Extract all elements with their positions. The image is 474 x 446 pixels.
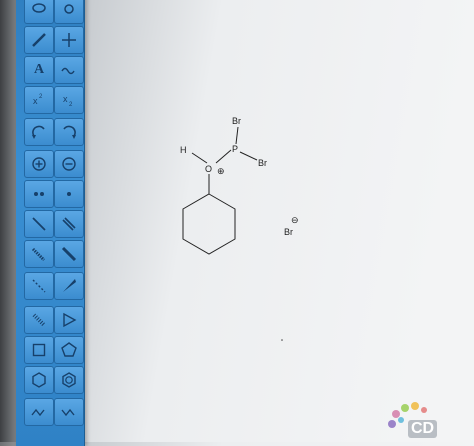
minus-charge-button[interactable] [54, 150, 84, 178]
pentagon-tool-button[interactable] [54, 336, 84, 364]
bond-p-o [215, 149, 232, 164]
single-bond-button[interactable] [24, 210, 54, 238]
superscript-button[interactable]: x2 [24, 86, 54, 114]
eraser-icon [64, 4, 74, 14]
arrow-cw-button[interactable] [54, 118, 84, 146]
wavy-bond-button[interactable] [54, 56, 84, 84]
bond-p-br-top [235, 126, 239, 145]
hashed-wedge-icon [32, 313, 46, 327]
square-tool-button[interactable] [24, 336, 54, 364]
text-icon: A [33, 62, 45, 77]
double-bond-button[interactable] [54, 210, 84, 238]
double-bond-icon [62, 217, 76, 231]
atom-o: O [205, 164, 212, 174]
dashed-bond-icon [32, 279, 46, 293]
br-negative-charge: ⊖ [291, 215, 299, 225]
chain-alt-tool-button[interactable] [54, 398, 84, 426]
hexagon-icon [32, 372, 46, 388]
plus-charge-button[interactable] [24, 150, 54, 178]
drawing-canvas[interactable]: Br H P Br O ⊕ Br ⊖ [86, 0, 474, 442]
atom-p: P [232, 144, 238, 154]
svg-text:x: x [33, 96, 38, 106]
text-tool-button[interactable]: A [24, 56, 54, 84]
superscript-icon: x2 [33, 94, 43, 106]
radical-button[interactable] [54, 180, 84, 208]
svg-text:2: 2 [39, 94, 43, 100]
cyclohexane-ring [182, 193, 236, 255]
move-icon [62, 33, 76, 47]
svg-text:x: x [63, 94, 68, 104]
wedge-bond-button[interactable] [54, 272, 84, 300]
pencil-icon [32, 33, 46, 47]
bond-h-o [191, 152, 208, 164]
square-icon [32, 343, 46, 357]
benzene-icon [62, 372, 76, 388]
arrow-ccw-button[interactable] [24, 118, 54, 146]
move-tool-button[interactable] [54, 26, 84, 54]
triangle-tool-button[interactable] [54, 306, 84, 334]
radical-icon [67, 192, 71, 196]
stray-dot [281, 339, 283, 341]
benzene-tool-button[interactable] [54, 366, 84, 394]
lone-pair-button[interactable] [24, 180, 54, 208]
chain-tool-button[interactable] [24, 398, 54, 426]
drawing-toolbar: A x2 x2 [16, 0, 85, 446]
pentagon-icon [61, 342, 77, 357]
triangle-icon [63, 312, 77, 328]
window-edge [0, 0, 16, 442]
hash-bond-icon [31, 247, 46, 262]
hexagon-tool-button[interactable] [24, 366, 54, 394]
pencil-tool-button[interactable] [24, 26, 54, 54]
bold-bond-button[interactable] [54, 240, 84, 268]
hash-bond-button[interactable] [24, 240, 54, 268]
logo-text: CD [408, 420, 438, 438]
molecule-drawing: Br H P Br O ⊕ Br ⊖ [180, 116, 299, 341]
lasso-icon [32, 3, 46, 13]
o-positive-charge: ⊕ [217, 166, 225, 176]
arrow-ccw-icon [32, 125, 45, 139]
lasso-tool-button[interactable] [24, 0, 54, 24]
wavy-bond-icon [61, 67, 75, 75]
arrow-cw-icon [63, 125, 76, 139]
subscript-icon: x2 [63, 94, 73, 108]
atom-br-top: Br [232, 116, 241, 126]
eraser-tool-button[interactable] [54, 0, 84, 24]
bold-bond-icon [61, 246, 77, 262]
dashed-bond-button[interactable] [24, 272, 54, 300]
plus-charge-icon [32, 157, 46, 171]
svg-text:2: 2 [69, 102, 73, 108]
chain-icon [31, 408, 45, 417]
atom-h: H [180, 145, 187, 155]
minus-charge-icon [62, 157, 76, 171]
wedge-bond-icon [63, 279, 76, 292]
subscript-button[interactable]: x2 [54, 86, 84, 114]
lone-pair-icon [34, 192, 44, 196]
bond-p-br-right [239, 151, 258, 161]
atom-br-right: Br [258, 158, 267, 168]
chain-alt-icon [61, 408, 75, 417]
single-bond-icon [32, 217, 46, 231]
hashed-wedge-button[interactable] [24, 306, 54, 334]
atom-br-ion: Br [284, 227, 293, 237]
